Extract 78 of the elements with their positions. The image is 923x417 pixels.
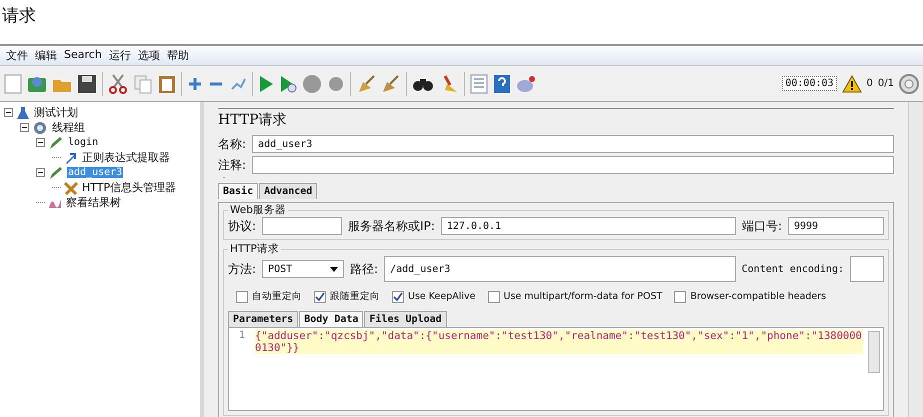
tree-item[interactable]: 察看结果树 bbox=[65, 195, 122, 210]
collapse-icon[interactable] bbox=[20, 123, 29, 132]
scrollbar[interactable] bbox=[868, 331, 880, 373]
collapse-icon[interactable] bbox=[36, 138, 45, 147]
tab[interactable]: Body Data bbox=[299, 311, 364, 327]
checkbox-label: Browser-compatible headers bbox=[690, 291, 826, 302]
help-icon[interactable] bbox=[493, 74, 511, 94]
menu-item[interactable]: Search bbox=[64, 48, 102, 63]
field-label: 注释: bbox=[218, 156, 246, 174]
field-label: 协议: bbox=[228, 218, 256, 234]
thread-count: 0/1 bbox=[878, 78, 894, 89]
field-label: 路径: bbox=[350, 260, 378, 278]
comment-field[interactable] bbox=[252, 156, 894, 174]
group-title: HTTP请求 bbox=[229, 242, 280, 256]
elapsed-time: 00:00:03 bbox=[782, 76, 837, 91]
menu-item[interactable]: 帮助 bbox=[166, 48, 189, 63]
flask-icon bbox=[16, 106, 30, 120]
collapse-icon[interactable] bbox=[36, 168, 45, 177]
pencil-icon bbox=[48, 166, 64, 180]
page-heading: 请求 bbox=[1, 5, 37, 28]
checkbox[interactable] bbox=[488, 290, 500, 302]
server-field[interactable]: 127.0.0.1 bbox=[440, 217, 736, 235]
menu-item[interactable]: 编辑 bbox=[35, 48, 57, 63]
checkbox-label: Use multipart/form-data for POST bbox=[504, 291, 662, 302]
field-label: 方法: bbox=[228, 260, 256, 278]
field-label: Content encoding: bbox=[742, 264, 844, 274]
arrow-icon bbox=[64, 150, 78, 164]
tab[interactable]: Advanced bbox=[259, 183, 318, 199]
path-field[interactable]: /add_user3 bbox=[384, 256, 736, 282]
menu-item[interactable]: 文件 bbox=[6, 48, 28, 63]
warning-count: 0 bbox=[866, 78, 873, 89]
code-editor[interactable]: 1 {"adduser":"qzcsbj","data":{"username":"test130","realname":"test130","sex":"1","phone":"13800000130"}} bbox=[228, 327, 884, 411]
name-field[interactable]: add_user3 bbox=[252, 135, 894, 153]
tab[interactable]: Basic bbox=[218, 183, 258, 199]
scissors-icon[interactable] bbox=[108, 74, 128, 94]
save-icon[interactable] bbox=[77, 74, 97, 94]
clipboard-icon[interactable] bbox=[158, 74, 176, 94]
method-dropdown[interactable]: POST bbox=[262, 260, 344, 278]
checkbox[interactable] bbox=[314, 290, 326, 302]
checkbox-label: 自动重定向 bbox=[252, 290, 302, 303]
tree-item[interactable]: 正则表达式提取器 bbox=[81, 150, 171, 165]
checkbox[interactable] bbox=[236, 290, 248, 302]
checkbox[interactable] bbox=[674, 290, 686, 302]
new-file-icon[interactable] bbox=[4, 74, 22, 94]
menu-item[interactable]: 选项 bbox=[138, 48, 160, 63]
line-number: 1 bbox=[238, 330, 246, 343]
play-icon[interactable] bbox=[258, 74, 274, 92]
checkbox-label: Use KeepAlive bbox=[408, 291, 476, 302]
panel-title: HTTP请求 bbox=[218, 108, 894, 132]
tab[interactable]: Files Upload bbox=[364, 311, 447, 327]
plus-icon[interactable] bbox=[187, 76, 203, 92]
tree-item[interactable]: login bbox=[67, 137, 100, 148]
warning-icon[interactable] bbox=[842, 74, 862, 92]
tree-item[interactable]: 线程组 bbox=[51, 120, 86, 135]
port-field[interactable]: 9999 bbox=[788, 217, 884, 235]
scrollbar[interactable] bbox=[908, 102, 923, 417]
pencil-icon bbox=[48, 136, 64, 150]
shutdown-icon[interactable] bbox=[327, 74, 345, 92]
encoding-field[interactable] bbox=[850, 256, 884, 282]
caret-icon bbox=[330, 266, 338, 272]
checkbox[interactable] bbox=[392, 290, 404, 302]
checkbox-label: 跟随重定向 bbox=[330, 290, 380, 303]
broom-icon[interactable] bbox=[356, 74, 376, 94]
field-label: 名称: bbox=[218, 136, 246, 152]
collapse-icon[interactable] bbox=[4, 108, 13, 117]
copy-icon[interactable] bbox=[133, 74, 153, 94]
field-label: 端口号: bbox=[742, 218, 782, 234]
field-label: 服务器名称或IP: bbox=[348, 218, 435, 234]
list-icon[interactable] bbox=[470, 74, 488, 94]
tree-item[interactable]: HTTP信息头管理器 bbox=[81, 180, 178, 195]
broom-icon[interactable] bbox=[381, 74, 401, 94]
gear-icon bbox=[32, 120, 48, 134]
tree-item[interactable]: 测试计划 bbox=[33, 105, 79, 120]
protocol-field[interactable] bbox=[262, 217, 342, 235]
menu-item[interactable]: 运行 bbox=[108, 48, 131, 63]
tab[interactable]: Parameters bbox=[228, 311, 298, 327]
stop-icon[interactable] bbox=[302, 74, 322, 94]
group-title: Web服务器 bbox=[229, 203, 287, 217]
